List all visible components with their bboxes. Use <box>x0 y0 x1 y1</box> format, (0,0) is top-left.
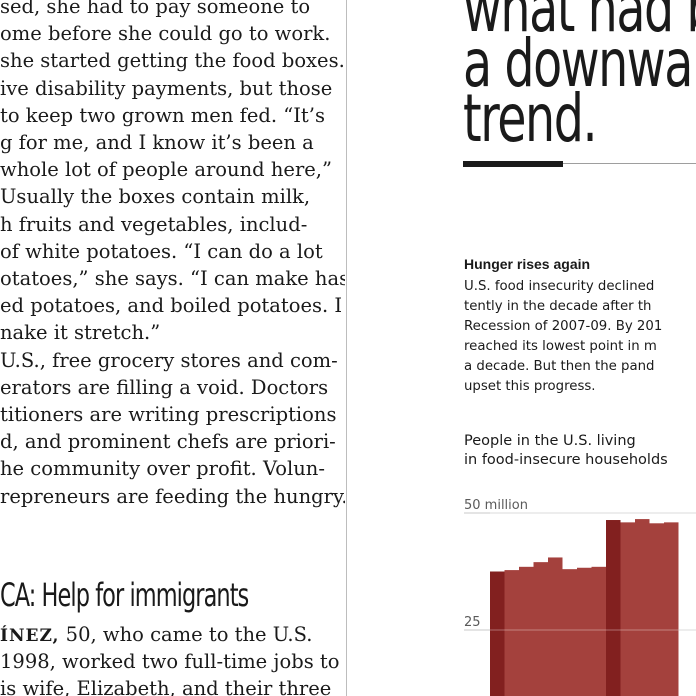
article-line: sed, she had to pay someone to <box>0 0 311 18</box>
chart-bar <box>533 562 548 696</box>
sidebar-column: what had bee a downward trend. Hunger ri… <box>347 0 696 696</box>
chart-bar <box>591 566 606 696</box>
article-line: h fruits and vegetables, includ- <box>0 212 308 236</box>
y-tick-label: 50 million <box>464 498 528 513</box>
chart-bar <box>490 571 505 696</box>
article-line: ed potatoes, and boiled potatoes. I <box>0 294 343 318</box>
person-name: ÍNEZ, <box>0 626 60 646</box>
article-line: he community over profit. Volun- <box>0 457 325 481</box>
chart-bar <box>548 557 563 696</box>
chart-bar <box>635 519 650 696</box>
article-line: to keep two grown men fed. “It’s <box>0 103 325 127</box>
chart-bar <box>606 520 621 696</box>
chart-bar <box>519 566 534 696</box>
article-line: nake it stretch.” <box>0 321 161 345</box>
y-tick-label: 25 <box>464 615 481 630</box>
chart-bar <box>664 522 679 696</box>
article-line: titioners are writing prescriptions <box>0 403 337 426</box>
chart-bar <box>562 569 577 696</box>
section-subhead: CA: Help for immigrants <box>0 576 249 614</box>
article-line: repreneurs are feeding the hungry. <box>0 484 345 508</box>
article-line: of white potatoes. “I can do a lot <box>0 239 323 263</box>
food-insecurity-chart: 50 million 25 <box>464 498 696 696</box>
article-line: Usually the boxes contain milk, <box>0 185 311 209</box>
article-line: ÍNEZ, 50, who came to the U.S. <box>0 622 345 649</box>
chart-bar <box>620 522 635 696</box>
article-line: g for me, and I know it’s been a <box>0 131 314 154</box>
article-text: 50, who came to the U.S. <box>59 623 313 646</box>
chart-bar <box>577 567 592 696</box>
article-line: ome before she could go to work. <box>0 22 331 46</box>
article-line: erators are filling a void. Doctors <box>0 375 329 399</box>
magazine-page: sed, she had to pay someone to ome before… <box>0 0 696 696</box>
chart-bar <box>649 523 664 696</box>
article-line: d, and prominent chefs are priori- <box>0 430 336 454</box>
article-column: sed, she had to pay someone to ome before… <box>0 0 345 696</box>
chart-bar <box>504 570 519 696</box>
article-line: whole lot of people around here,” <box>0 158 332 182</box>
article-line: 1998, worked two full-time jobs to <box>0 650 340 673</box>
article-line: she started getting the food boxes. <box>0 49 345 73</box>
article-line: U.S., free grocery stores and com- <box>0 348 338 372</box>
article-line: is wife, Elizabeth, and their three <box>0 677 332 696</box>
article-line: ive disability payments, but those <box>0 76 333 100</box>
article-line: otatoes,” she says. “I can make hash <box>0 267 345 290</box>
